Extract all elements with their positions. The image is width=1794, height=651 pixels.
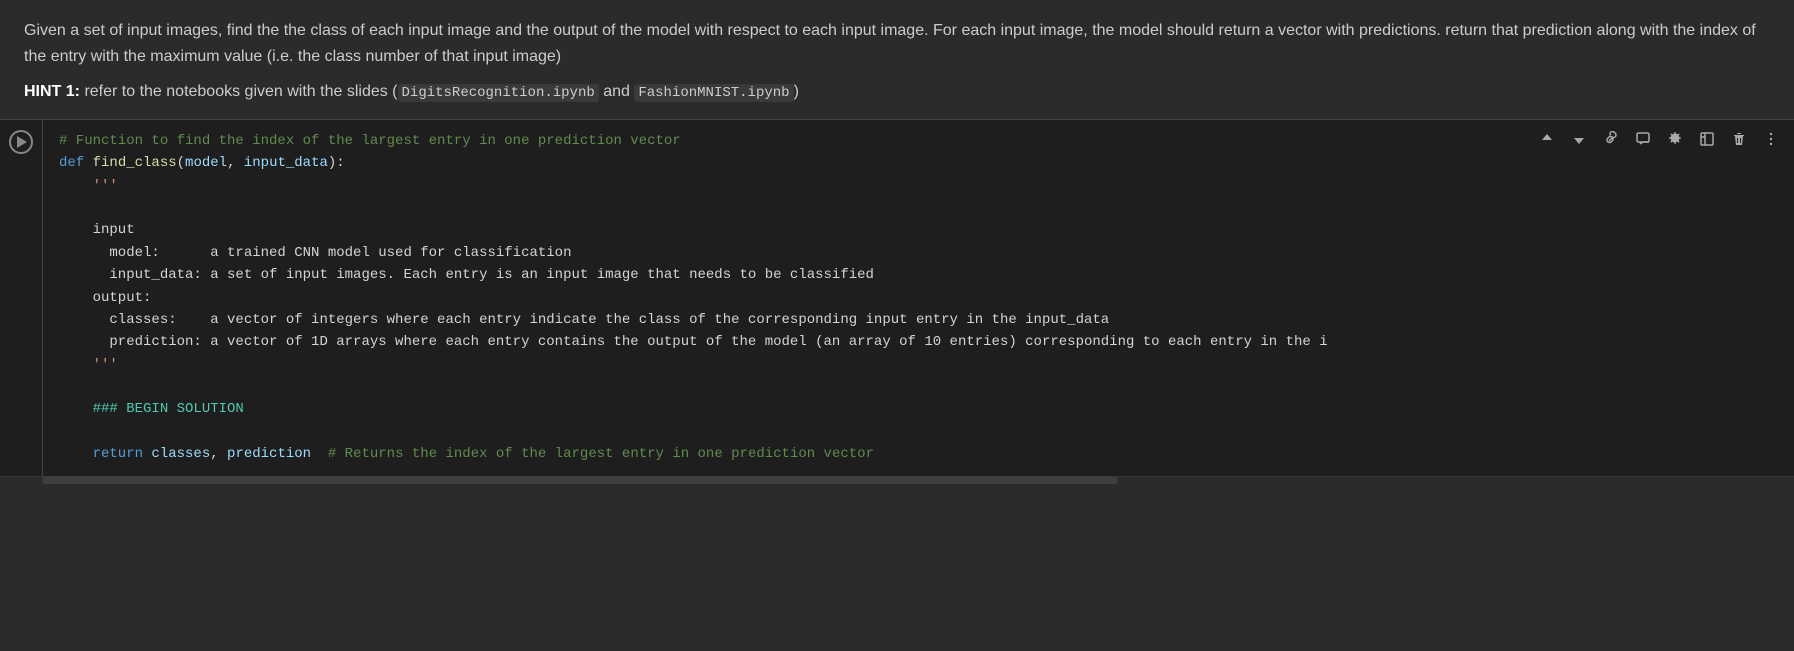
code-line-7: input_data: a set of input images. Each … <box>43 264 1794 286</box>
hint-code1: DigitsRecognition.ipynb <box>398 84 599 102</box>
description-area: Given a set of input images, find the th… <box>0 0 1794 119</box>
hint-code2: FashionMNIST.ipynb <box>634 84 793 102</box>
code-line-6: model: a trained CNN model used for clas… <box>43 242 1794 264</box>
code-line-14 <box>43 421 1794 443</box>
code-line-11: ''' <box>43 354 1794 376</box>
scrollbar-area[interactable] <box>0 476 1794 484</box>
link-icon[interactable] <box>1600 128 1622 150</box>
code-line-2: def find_class(model, input_data): <box>43 152 1794 174</box>
more-options-icon[interactable] <box>1760 128 1782 150</box>
settings-icon[interactable] <box>1664 128 1686 150</box>
code-editor[interactable]: # Function to find the index of the larg… <box>42 120 1794 476</box>
code-line-3: ''' <box>43 175 1794 197</box>
hint-text: refer to the notebooks given with the sl… <box>80 83 398 100</box>
code-cell: # Function to find the index of the larg… <box>0 119 1794 476</box>
code-line-1: # Function to find the index of the larg… <box>43 130 1794 152</box>
comment-icon[interactable] <box>1632 128 1654 150</box>
hint-and: and <box>599 83 635 100</box>
hint-label: HINT 1: <box>24 83 80 100</box>
scrollbar-track[interactable] <box>42 477 1118 484</box>
move-down-icon[interactable] <box>1568 128 1590 150</box>
code-line-15: return classes, prediction # Returns the… <box>43 443 1794 465</box>
code-line-12 <box>43 376 1794 398</box>
code-line-5: input <box>43 219 1794 241</box>
description-paragraph: Given a set of input images, find the th… <box>24 18 1770 69</box>
code-line-4 <box>43 197 1794 219</box>
hint-line: HINT 1: refer to the notebooks given wit… <box>24 79 1770 105</box>
code-line-13: ### BEGIN SOLUTION <box>43 398 1794 420</box>
code-line-9: classes: a vector of integers where each… <box>43 309 1794 331</box>
run-button[interactable] <box>9 130 33 154</box>
expand-icon[interactable] <box>1696 128 1718 150</box>
delete-icon[interactable] <box>1728 128 1750 150</box>
hint-close: ) <box>794 83 799 100</box>
run-button-column <box>0 120 42 476</box>
cell-toolbar <box>1536 128 1782 150</box>
move-up-icon[interactable] <box>1536 128 1558 150</box>
code-line-10: prediction: a vector of 1D arrays where … <box>43 331 1794 353</box>
code-line-8: output: <box>43 287 1794 309</box>
